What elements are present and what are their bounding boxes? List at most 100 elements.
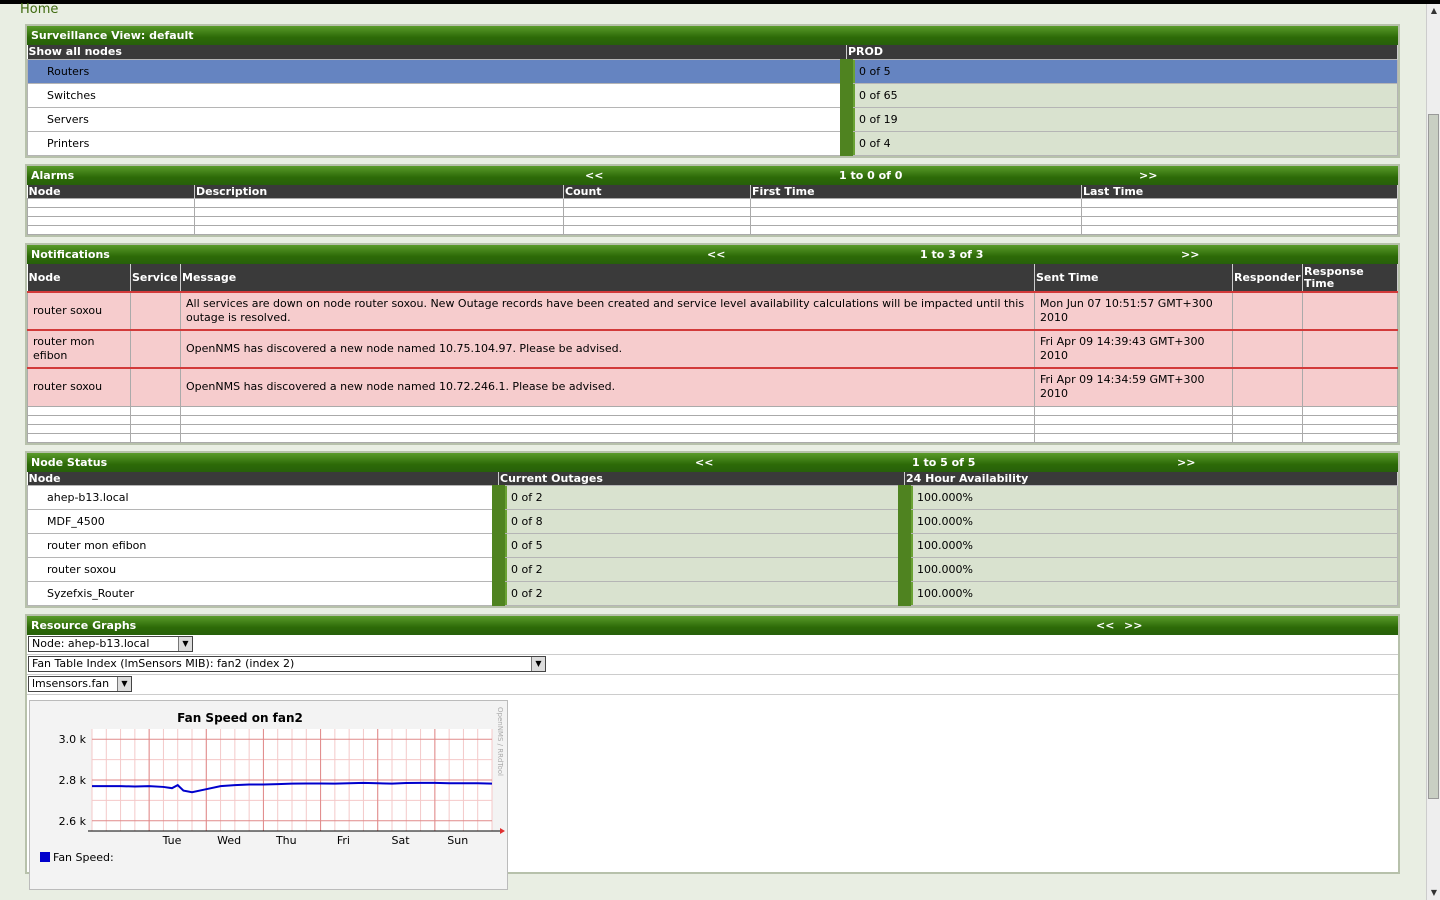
notif-col-node[interactable]: Node: [27, 264, 131, 292]
notif-node[interactable]: router mon efibon: [27, 329, 131, 369]
node-status-row[interactable]: router mon efibon 0 of 5 100.000%: [27, 533, 1398, 558]
node-status-prev-link[interactable]: <<: [695, 453, 713, 472]
surveillance-row[interactable]: Printers 0 of 4: [27, 130, 1398, 156]
table-row: [27, 423, 1398, 434]
resource-graphs-panel: Resource Graphs << >> Node: ahep-b13.loc…: [25, 614, 1400, 890]
node-status-availability: 100.000%: [898, 509, 1398, 534]
table-row: [27, 432, 1398, 443]
surveillance-row-label[interactable]: Printers: [27, 130, 847, 156]
node-status-outages: 0 of 5: [492, 533, 905, 558]
top-bar: [0, 0, 1440, 4]
node-status-node[interactable]: MDF_4500: [27, 509, 499, 534]
alarms-col-description[interactable]: Description: [194, 184, 564, 199]
alarms-next-link[interactable]: >>: [1139, 166, 1157, 185]
surveillance-panel: Surveillance View: default Show all node…: [25, 24, 1400, 158]
notif-response-time: [1302, 291, 1398, 331]
scroll-up-icon[interactable]: ▲: [1427, 4, 1440, 18]
vertical-scrollbar[interactable]: ▲ ▼: [1426, 4, 1440, 900]
home-link[interactable]: Home: [20, 2, 58, 17]
notif-col-sent-time[interactable]: Sent Time: [1034, 264, 1233, 292]
node-select[interactable]: Node: ahep-b13.local ▼: [28, 636, 193, 652]
notif-message[interactable]: All services are down on node router sox…: [180, 291, 1035, 331]
resource-graphs-next-link[interactable]: >>: [1124, 616, 1142, 635]
resource-select[interactable]: Fan Table Index (lmSensors MIB): fan2 (i…: [28, 656, 546, 672]
table-row: [27, 405, 1398, 416]
notification-row[interactable]: router soxou OpenNMS has discovered a ne…: [27, 367, 1398, 407]
surveillance-row-label[interactable]: Switches: [27, 82, 847, 108]
table-row: [27, 225, 1398, 235]
x-tick-label: Wed: [217, 834, 241, 847]
legend-label: Fan Speed:: [53, 851, 114, 864]
notif-col-response-time[interactable]: Response Time: [1302, 264, 1398, 292]
surveillance-row-value[interactable]: 0 of 65: [840, 82, 1398, 108]
notif-col-message[interactable]: Message: [180, 264, 1035, 292]
node-status-header: Node Status << 1 to 5 of 5 >>: [27, 452, 1398, 472]
notif-col-service[interactable]: Service: [130, 264, 181, 292]
notif-service: [130, 291, 181, 331]
notif-node[interactable]: router soxou: [27, 367, 131, 407]
chevron-down-icon[interactable]: ▼: [531, 657, 545, 671]
node-status-row[interactable]: Syzefxis_Router 0 of 2 100.000%: [27, 581, 1398, 606]
surveillance-table: Show all nodes PROD Routers 0 of 5 Switc…: [27, 45, 1398, 156]
node-status-row[interactable]: router soxou 0 of 2 100.000%: [27, 557, 1398, 582]
node-status-panel: Node Status << 1 to 5 of 5 >> Node Curre…: [25, 450, 1400, 608]
node-status-node[interactable]: ahep-b13.local: [27, 485, 499, 510]
x-tick-label: Tue: [162, 834, 182, 847]
notifications-header: Notifications << 1 to 3 of 3 >>: [27, 245, 1398, 264]
chevron-down-icon[interactable]: ▼: [178, 637, 192, 651]
alarms-col-last-time[interactable]: Last Time: [1081, 184, 1398, 199]
notifications-next-link[interactable]: >>: [1181, 245, 1199, 264]
notif-message[interactable]: OpenNMS has discovered a new node named …: [180, 329, 1035, 369]
notif-node[interactable]: router soxou: [27, 291, 131, 331]
node-status-col-outages[interactable]: Current Outages: [498, 471, 905, 486]
alarms-col-count[interactable]: Count: [563, 184, 751, 199]
notif-sent-time: Fri Apr 09 14:39:43 GMT+300 2010: [1034, 329, 1233, 369]
resource-select-value: Fan Table Index (lmSensors MIB): fan2 (i…: [32, 657, 295, 670]
notif-col-responder[interactable]: Responder: [1232, 264, 1303, 292]
y-tick-label: 3.0 k: [59, 733, 87, 746]
notif-message[interactable]: OpenNMS has discovered a new node named …: [180, 367, 1035, 407]
node-status-row[interactable]: MDF_4500 0 of 8 100.000%: [27, 509, 1398, 534]
node-status-outages: 0 of 8: [492, 509, 905, 534]
node-status-node[interactable]: Syzefxis_Router: [27, 581, 499, 606]
surveillance-row-label[interactable]: Servers: [27, 106, 847, 132]
node-status-col-availability[interactable]: 24 Hour Availability: [904, 471, 1398, 486]
node-status-range: 1 to 5 of 5: [912, 455, 976, 469]
resource-graphs-prev-link[interactable]: <<: [1096, 616, 1114, 635]
prod-column-header[interactable]: PROD: [846, 45, 1398, 59]
resource-select-row: Fan Table Index (lmSensors MIB): fan2 (i…: [27, 655, 1398, 675]
surveillance-header: Surveillance View: default: [27, 26, 1398, 45]
scrollbar-thumb[interactable]: [1428, 114, 1439, 799]
graph-select[interactable]: lmsensors.fan ▼: [28, 676, 132, 692]
surveillance-row[interactable]: Switches 0 of 65: [27, 82, 1398, 108]
scroll-down-icon[interactable]: ▼: [1427, 886, 1440, 900]
surveillance-row-value[interactable]: 0 of 5: [840, 58, 1398, 84]
notification-row[interactable]: router mon efibon OpenNMS has discovered…: [27, 329, 1398, 369]
node-status-next-link[interactable]: >>: [1177, 453, 1195, 472]
alarms-prev-link[interactable]: <<: [585, 166, 603, 185]
resource-graphs-title: Resource Graphs: [31, 619, 137, 632]
notif-sent-time: Mon Jun 07 10:51:57 GMT+300 2010: [1034, 291, 1233, 331]
fan-speed-graph[interactable]: Fan Speed on fan2 OpenNMS / RRdTool 3.0 …: [29, 700, 508, 890]
node-status-availability: 100.000%: [898, 533, 1398, 558]
surveillance-row-value[interactable]: 0 of 4: [840, 130, 1398, 156]
x-tick-label: Thu: [275, 834, 297, 847]
x-tick-label: Sun: [447, 834, 468, 847]
node-status-col-node[interactable]: Node: [27, 471, 499, 486]
alarms-col-first-time[interactable]: First Time: [750, 184, 1082, 199]
node-status-row[interactable]: ahep-b13.local 0 of 2 100.000%: [27, 485, 1398, 510]
surveillance-row[interactable]: Routers 0 of 5: [27, 58, 1398, 84]
chevron-down-icon[interactable]: ▼: [117, 677, 131, 691]
node-status-node[interactable]: router soxou: [27, 557, 499, 582]
surveillance-row[interactable]: Servers 0 of 19: [27, 106, 1398, 132]
show-all-nodes-link[interactable]: Show all nodes: [27, 45, 847, 59]
notifications-prev-link[interactable]: <<: [707, 245, 725, 264]
graph-select-value: lmsensors.fan: [32, 677, 110, 690]
notif-response-time: [1302, 329, 1398, 369]
notification-row[interactable]: router soxou All services are down on no…: [27, 291, 1398, 331]
notif-sent-time: Fri Apr 09 14:34:59 GMT+300 2010: [1034, 367, 1233, 407]
surveillance-row-label[interactable]: Routers: [27, 58, 847, 84]
node-status-node[interactable]: router mon efibon: [27, 533, 499, 558]
alarms-col-node[interactable]: Node: [27, 184, 195, 199]
surveillance-row-value[interactable]: 0 of 19: [840, 106, 1398, 132]
